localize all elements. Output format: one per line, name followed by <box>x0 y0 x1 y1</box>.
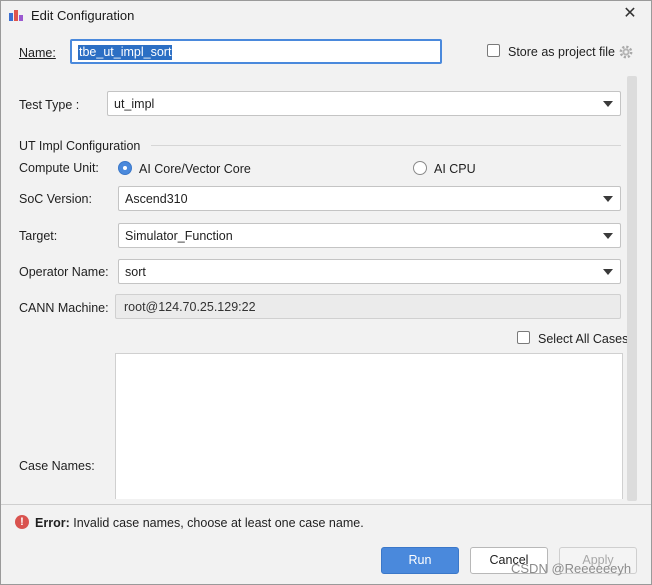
soc-version-select[interactable]: Ascend310 <box>118 186 621 211</box>
name-input[interactable]: tbe_ut_impl_sort <box>70 39 442 64</box>
chevron-down-icon <box>603 196 613 202</box>
store-project-label: Store as project file <box>508 45 615 59</box>
operator-name-label: Operator Name: <box>19 265 109 279</box>
case-names-list[interactable] <box>115 353 623 499</box>
target-value: Simulator_Function <box>125 229 233 243</box>
radio-ai-cpu-label[interactable]: AI CPU <box>434 162 476 176</box>
edit-configuration-dialog: Edit Configuration ✕ Name: tbe_ut_impl_s… <box>0 0 652 585</box>
radio-ai-core[interactable] <box>118 161 132 175</box>
test-type-label: Test Type : <box>19 98 80 112</box>
soc-version-label: SoC Version: <box>19 192 92 206</box>
cann-machine-field: root@124.70.25.129:22 <box>115 294 621 319</box>
radio-ai-cpu[interactable] <box>413 161 427 175</box>
ut-impl-section-title: UT Impl Configuration <box>19 139 141 153</box>
footer-divider <box>1 504 651 505</box>
error-message: Error: Invalid case names, choose at lea… <box>35 516 364 530</box>
watermark: CSDN @Reeeeeeyh <box>511 561 632 576</box>
operator-name-value: sort <box>125 265 146 279</box>
close-icon[interactable]: ✕ <box>621 5 639 23</box>
vertical-scrollbar[interactable] <box>627 76 637 501</box>
name-label: Name: <box>19 46 56 60</box>
app-logo-icon <box>9 10 23 21</box>
operator-name-select[interactable]: sort <box>118 259 621 284</box>
case-names-label: Case Names: <box>19 459 95 473</box>
run-button[interactable]: Run <box>381 547 459 574</box>
select-all-checkbox[interactable] <box>517 331 530 344</box>
chevron-down-icon <box>603 269 613 275</box>
chevron-down-icon <box>603 101 613 107</box>
name-input-value: tbe_ut_impl_sort <box>78 45 173 60</box>
compute-unit-label: Compute Unit: <box>19 161 99 175</box>
error-icon: ! <box>15 515 29 529</box>
radio-ai-core-label[interactable]: AI Core/Vector Core <box>139 162 251 176</box>
target-select[interactable]: Simulator_Function <box>118 223 621 248</box>
select-all-label: Select All Cases <box>538 332 629 346</box>
section-divider <box>151 145 621 146</box>
title-bar: Edit Configuration ✕ <box>1 1 651 29</box>
test-type-value: ut_impl <box>114 97 155 111</box>
target-label: Target: <box>19 229 58 243</box>
error-text: Invalid case names, choose at least one … <box>73 516 364 530</box>
cann-machine-value: root@124.70.25.129:22 <box>124 300 256 314</box>
soc-version-value: Ascend310 <box>125 192 188 206</box>
gear-icon[interactable] <box>618 44 634 60</box>
test-type-select[interactable]: ut_impl <box>107 91 621 116</box>
name-label-text: Name: <box>19 46 56 60</box>
cann-machine-label: CANN Machine: <box>19 301 109 315</box>
error-prefix: Error: <box>35 516 70 530</box>
chevron-down-icon <box>603 233 613 239</box>
window-title: Edit Configuration <box>31 8 135 23</box>
store-project-checkbox[interactable] <box>487 44 500 57</box>
